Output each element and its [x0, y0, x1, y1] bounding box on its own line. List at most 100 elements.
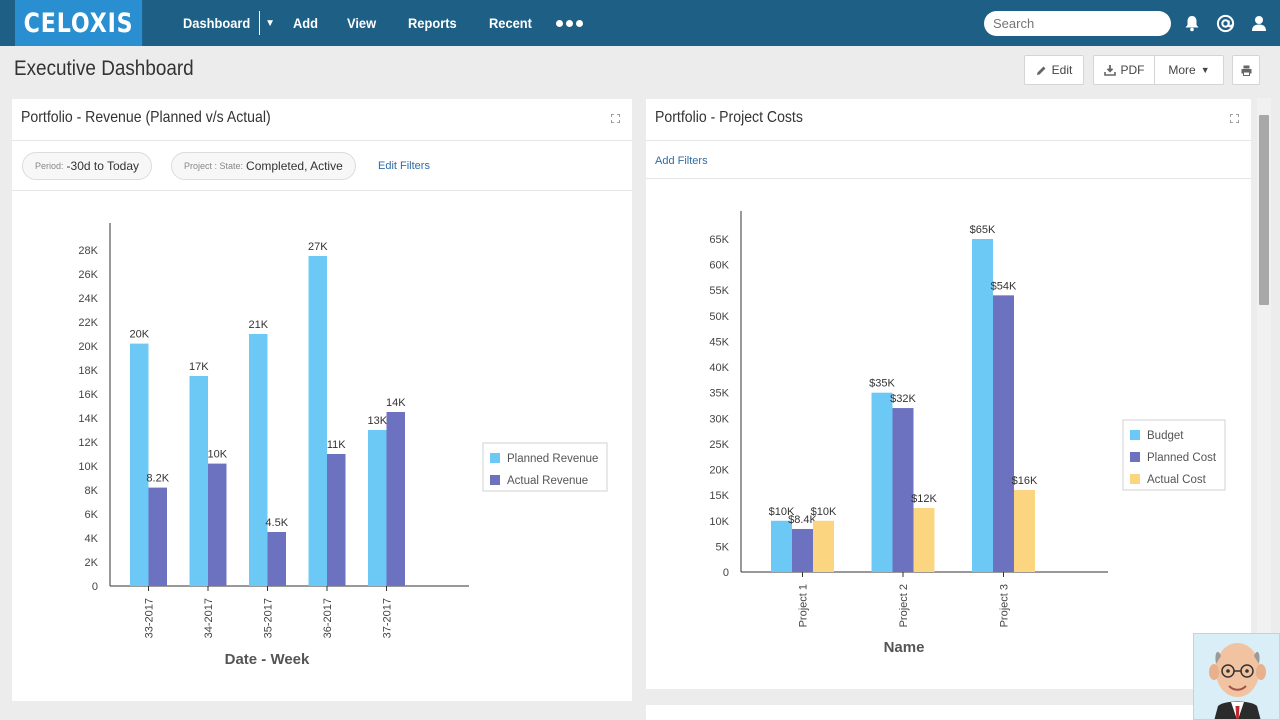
legend-label: Budget: [1147, 430, 1184, 442]
bar-value-label: 13K: [367, 415, 387, 427]
legend-label: Planned Revenue: [507, 453, 598, 465]
y-tick-label: 20K: [78, 341, 98, 353]
bar-value-label: 8.2K: [146, 473, 169, 485]
y-tick-label: 40K: [709, 362, 729, 374]
next-panel-edge: [646, 705, 1251, 720]
bar-actual-revenue: [208, 463, 227, 586]
main-nav: Dashboard ▼ Add View Reports Recent: [183, 0, 583, 46]
bar-actual-cost: [913, 507, 935, 572]
more-dots-icon[interactable]: [555, 19, 583, 27]
bar-actual-revenue: [327, 454, 346, 586]
bar-value-label: 14K: [386, 397, 406, 409]
legend-swatch: [490, 475, 500, 485]
bar-planned-cost: [792, 528, 813, 572]
bar-planned-revenue: [308, 256, 327, 586]
legend-label: Planned Cost: [1147, 452, 1217, 464]
bar-actual-revenue: [267, 532, 286, 586]
legend-swatch: [490, 453, 500, 463]
bar-budget: [771, 520, 792, 572]
y-tick-label: 18K: [78, 365, 98, 377]
revenue-bar-chart: 0 2K 4K 6K 8K 10K 12K 14K 16K 18K 20K 22K 24K 26K 28K 2…: [78, 223, 608, 668]
y-tick-label: 14K: [78, 413, 98, 425]
nav-add[interactable]: Add: [293, 15, 318, 31]
dashboard-dropdown-caret-icon[interactable]: ▼: [259, 11, 275, 35]
legend-swatch: [1130, 474, 1140, 484]
y-tick-label: 6K: [85, 509, 99, 521]
bar-value-label: 27K: [308, 241, 328, 253]
project-costs-panel: Portfolio - Project Costs Add Filters 05…: [646, 99, 1251, 689]
bar-actual-cost: [813, 520, 834, 572]
y-tick-label: 28K: [78, 245, 98, 257]
y-tick-label: 30K: [709, 413, 729, 425]
y-tick-label: 15K: [709, 490, 729, 502]
y-tick-label: 12K: [78, 437, 98, 449]
y-tick-label: 35K: [709, 388, 729, 400]
more-dropdown-button[interactable]: More ▼: [1154, 55, 1224, 85]
revenue-panel: Portfolio - Revenue (Planned v/s Actual)…: [12, 99, 632, 701]
download-icon: [1103, 65, 1116, 76]
x-tick-label: Project 3: [999, 584, 1011, 627]
x-tick-label: Project 1: [798, 584, 810, 627]
y-tick-label: 25K: [709, 439, 729, 451]
legend-swatch: [1130, 452, 1140, 462]
nav-view[interactable]: View: [347, 15, 376, 31]
bar-value-label: $32K: [890, 393, 916, 405]
x-tick-label: 35-2017: [263, 598, 275, 638]
bar-actual-revenue: [386, 412, 405, 586]
print-button[interactable]: [1232, 55, 1260, 85]
x-tick-label: Project 2: [898, 584, 910, 627]
bar-value-label: $10K: [811, 506, 837, 518]
top-nav-bar: CELOXIS Dashboard ▼ Add View Reports Rec…: [0, 0, 1280, 46]
bar-value-label: 20K: [129, 329, 149, 341]
bar-planned-revenue: [249, 334, 268, 586]
bar-value-label: $16K: [1012, 475, 1038, 487]
x-tick-label: 34-2017: [203, 598, 215, 638]
celoxis-logo[interactable]: CELOXIS: [15, 0, 143, 46]
notification-bell-icon[interactable]: [1182, 13, 1202, 33]
bar-actual-revenue: [148, 487, 167, 586]
edit-button-label: Edit: [1051, 63, 1073, 77]
bar-value-label: 21K: [248, 319, 268, 331]
y-tick-label: 0: [723, 567, 729, 579]
bar-planned-revenue: [189, 376, 208, 586]
x-tick-label: 36-2017: [322, 598, 334, 638]
nav-dashboard[interactable]: Dashboard: [183, 15, 250, 31]
mentions-at-icon[interactable]: [1215, 13, 1235, 33]
y-tick-label: 8K: [85, 485, 99, 497]
bar-value-label: $54K: [991, 280, 1017, 292]
scrollbar-thumb[interactable]: [1259, 115, 1269, 305]
more-button-label: More: [1168, 63, 1196, 77]
y-tick-label: 10K: [709, 516, 729, 528]
printer-icon: [1241, 65, 1251, 76]
bar-planned-revenue: [130, 343, 149, 586]
bar-planned-cost: [993, 295, 1014, 572]
y-tick-label: 20K: [709, 465, 729, 477]
y-tick-label: 22K: [78, 317, 98, 329]
y-tick-label: 65K: [709, 234, 729, 246]
y-tick-label: 10K: [78, 461, 98, 473]
y-tick-label: 0: [92, 581, 98, 593]
presenter-avatar: [1193, 633, 1280, 720]
nav-recent[interactable]: Recent: [489, 15, 532, 31]
legend-label: Actual Revenue: [507, 475, 588, 487]
legend-swatch: [1130, 430, 1140, 440]
bar-value-label: $35K: [869, 378, 895, 390]
user-profile-icon[interactable]: [1249, 13, 1269, 33]
search-input[interactable]: [984, 11, 1171, 36]
bar-value-label: $65K: [970, 224, 996, 236]
x-axis-title: Date - Week: [225, 651, 310, 668]
y-tick-label: 5K: [716, 541, 730, 553]
x-tick-label: 37-2017: [382, 598, 394, 638]
pdf-button[interactable]: PDF: [1093, 55, 1155, 85]
bar-actual-cost: [1014, 490, 1035, 572]
y-tick-label: 45K: [709, 336, 729, 348]
nav-reports[interactable]: Reports: [408, 15, 457, 31]
bar-budget: [871, 392, 893, 572]
y-tick-label: 55K: [709, 285, 729, 297]
pencil-icon: [1036, 66, 1046, 75]
edit-button[interactable]: Edit: [1024, 55, 1084, 85]
legend-label: Actual Cost: [1147, 474, 1207, 486]
y-tick-label: 16K: [78, 389, 98, 401]
bar-planned-cost: [892, 408, 914, 572]
y-tick-label: 50K: [709, 311, 729, 323]
